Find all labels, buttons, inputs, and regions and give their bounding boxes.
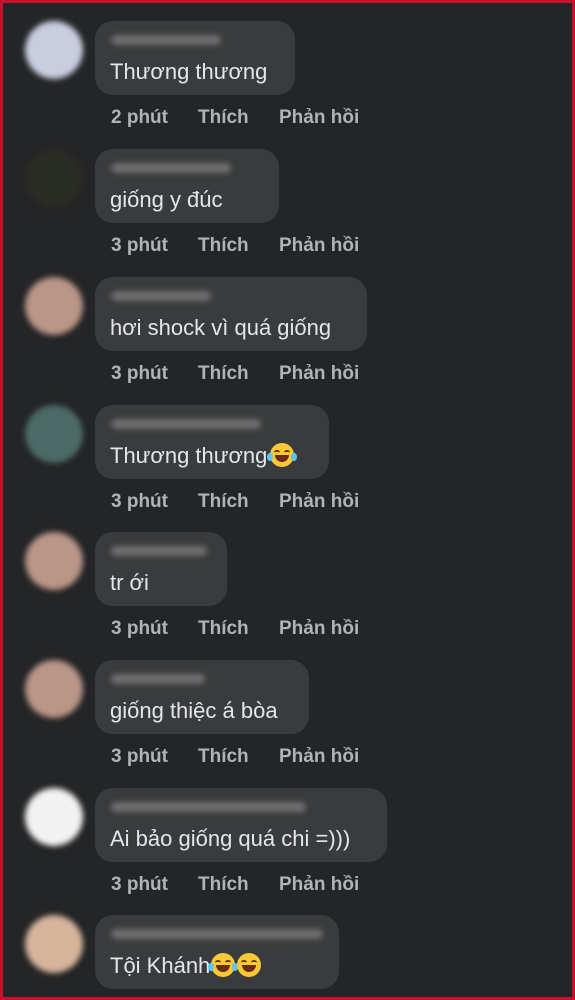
comment-bubble: giống thiệc á bòa (95, 660, 309, 734)
comment-bubble: Tội Khánh (95, 915, 339, 989)
comment-bubble: hơi shock vì quá giống (95, 277, 367, 351)
comment-item: Tội Khánh (3, 897, 572, 997)
comment-item: Thương thương 3 phút Thích Phản hồi (3, 387, 572, 515)
like-button[interactable]: Thích (198, 490, 249, 514)
like-button[interactable]: Thích (198, 234, 249, 258)
comment-time[interactable]: 3 phút (111, 234, 168, 258)
tears-of-joy-emoji (208, 953, 239, 977)
comment-time[interactable]: 3 phút (111, 362, 168, 386)
like-button[interactable]: Thích (198, 617, 249, 641)
comment-text: giống y đúc (110, 187, 223, 212)
comment-item: giống y đúc 3 phút Thích Phản hồi (3, 131, 572, 259)
comment-time[interactable]: 2 phút (111, 106, 168, 130)
comment-text: Tội Khánh (110, 953, 262, 979)
comment-text-content: Thương thương (110, 443, 268, 468)
like-button[interactable]: Thích (198, 873, 249, 897)
comment-bubble: giống y đúc (95, 149, 279, 223)
reply-button[interactable]: Phản hồi (279, 490, 359, 514)
author-name-blurred[interactable] (111, 35, 221, 45)
avatar[interactable] (25, 660, 83, 718)
comment-time[interactable]: 3 phút (111, 490, 168, 514)
reply-button[interactable]: Phản hồi (279, 362, 359, 386)
avatar[interactable] (25, 915, 83, 973)
comment-item: Thương thương 2 phút Thích Phản hồi (3, 3, 572, 131)
comment-list: Thương thương 2 phút Thích Phản hồi giốn… (3, 3, 572, 997)
comment-text: Thương thương (110, 59, 268, 84)
comment-text: hơi shock vì quá giống (110, 315, 332, 340)
author-name-blurred[interactable] (111, 291, 211, 301)
avatar[interactable] (25, 21, 83, 79)
comment-item: giống thiệc á bòa 3 phút Thích Phản hồi (3, 642, 572, 770)
author-name-blurred[interactable] (111, 419, 261, 429)
avatar[interactable] (25, 277, 83, 335)
grinning-face-emoji (237, 953, 262, 977)
comment-text: Ai bảo giống quá chi =))) (110, 826, 351, 851)
comment-text-content: Tội Khánh (110, 953, 211, 978)
avatar[interactable] (25, 405, 83, 463)
avatar[interactable] (25, 788, 83, 846)
comment-time[interactable]: 3 phút (111, 873, 168, 897)
comment-time[interactable]: 3 phút (111, 617, 168, 641)
avatar[interactable] (25, 532, 83, 590)
comment-item: Ai bảo giống quá chi =))) 3 phút Thích P… (3, 770, 572, 898)
reply-button[interactable]: Phản hồi (279, 234, 359, 258)
author-name-blurred[interactable] (111, 929, 323, 939)
author-name-blurred[interactable] (111, 674, 205, 684)
comment-text: Thương thương (110, 443, 298, 469)
comment-bubble: Ai bảo giống quá chi =))) (95, 788, 387, 862)
reply-button[interactable]: Phản hồi (279, 106, 359, 130)
author-name-blurred[interactable] (111, 163, 231, 173)
like-button[interactable]: Thích (198, 745, 249, 769)
author-name-blurred[interactable] (111, 546, 207, 556)
comment-text: tr ới (110, 570, 149, 595)
reply-button[interactable]: Phản hồi (279, 873, 359, 897)
like-button[interactable]: Thích (198, 362, 249, 386)
author-name-blurred[interactable] (111, 802, 306, 812)
comment-item: tr ới 3 phút Thích Phản hồi (3, 514, 572, 642)
comment-bubble: Thương thương (95, 405, 329, 479)
comment-time[interactable]: 3 phút (111, 745, 168, 769)
rolling-on-floor-laughing-emoji (267, 443, 298, 467)
comment-bubble: tr ới (95, 532, 227, 606)
like-button[interactable]: Thích (198, 106, 249, 130)
reply-button[interactable]: Phản hồi (279, 745, 359, 769)
comment-text: giống thiệc á bòa (110, 698, 278, 723)
comment-item: hơi shock vì quá giống 3 phút Thích Phản… (3, 259, 572, 387)
reply-button[interactable]: Phản hồi (279, 617, 359, 641)
comment-bubble: Thương thương (95, 21, 295, 95)
avatar[interactable] (25, 149, 83, 207)
